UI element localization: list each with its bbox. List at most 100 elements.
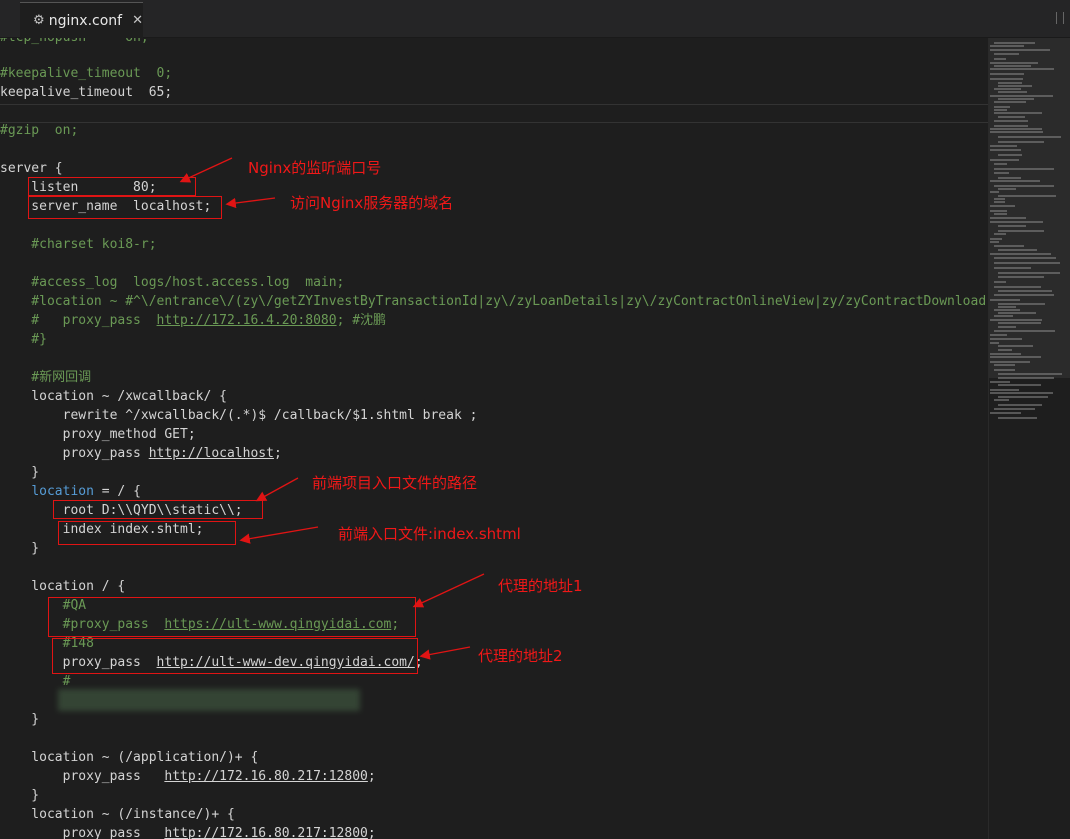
code-line: proxy_pass http://localhost; xyxy=(0,444,282,463)
code-line: location ~ /xwcallback/ { xyxy=(0,389,227,404)
minimap-line xyxy=(994,53,1019,55)
minimap-line xyxy=(998,306,1016,308)
minimap-line xyxy=(990,342,999,344)
minimap-line xyxy=(998,276,1044,278)
code-line: #access_log logs/host.access.log main; xyxy=(0,275,345,290)
minimap-line xyxy=(990,334,1007,336)
minimap-line xyxy=(998,116,1025,118)
highlight-box-server-name xyxy=(28,196,222,219)
code-line: #新网回调 xyxy=(0,370,92,385)
close-icon[interactable]: ✕ xyxy=(132,13,143,28)
minimap-line xyxy=(994,245,1024,247)
minimap-line xyxy=(994,112,1042,114)
minimap-line xyxy=(990,210,1007,212)
code-line: proxy_pass http://172.16.80.217:12800; xyxy=(0,824,376,839)
minimap-line xyxy=(998,349,1012,351)
minimap-line xyxy=(998,82,1022,84)
minimap-line xyxy=(998,373,1062,375)
highlight-box-listen xyxy=(28,177,196,196)
code-line: } xyxy=(0,788,40,803)
code-line: #tcp_nopush on; xyxy=(0,38,149,47)
minimap-line xyxy=(994,168,1054,170)
minimap-line xyxy=(998,230,1044,232)
minimap-line xyxy=(990,180,1040,182)
minimap-line xyxy=(990,241,999,243)
minimap-line xyxy=(994,257,1056,259)
minimap-line xyxy=(994,198,1005,200)
code-editor[interactable]: #tcp_nopush on; #keepalive_timeout 0; ke… xyxy=(0,38,988,839)
minimap-line xyxy=(998,326,1016,328)
minimap-line xyxy=(990,73,1024,75)
annotation-index-file: 前端入口文件:index.shtml xyxy=(338,525,521,543)
minimap-line xyxy=(990,149,1021,151)
code-line: #} xyxy=(0,332,47,347)
minimap-line xyxy=(990,356,1041,358)
minimap-line xyxy=(994,201,1005,203)
minimap-line xyxy=(994,267,1031,269)
minimap-line xyxy=(998,417,1037,419)
code-link[interactable]: http://172.16.80.217:12800 xyxy=(164,769,368,784)
minimap-line xyxy=(994,65,1031,67)
minimap-line xyxy=(994,185,1054,187)
minimap-line xyxy=(998,249,1037,251)
highlight-box-proxy2 xyxy=(52,638,418,674)
minimap-line xyxy=(990,389,1019,391)
code-text: ; #沈鹏 xyxy=(336,313,387,328)
minimap-line xyxy=(990,338,1022,340)
code-link[interactable]: http://172.16.4.20:8080 xyxy=(157,313,337,328)
minimap-line xyxy=(990,45,1024,47)
highlight-box-root xyxy=(53,500,263,519)
code-line: location ~ (/instance/)+ { xyxy=(0,807,235,822)
code-line: location ~ (/application/)+ { xyxy=(0,750,259,765)
minimap-line xyxy=(994,101,1026,103)
minimap-line xyxy=(994,58,1006,60)
minimap-line xyxy=(990,68,1054,70)
code-line: # proxy_pass http://172.16.4.20:8080; #沈… xyxy=(0,311,386,330)
minimap-line xyxy=(990,217,1026,219)
code-line: #keepalive_timeout 0; xyxy=(0,66,173,81)
minimap-line xyxy=(994,281,1006,283)
minimap-line xyxy=(998,290,1052,292)
tab-bar: ⚙ nginx.conf ✕ xyxy=(0,0,1070,38)
code-line: } xyxy=(0,465,40,480)
minimap-line xyxy=(990,191,999,193)
minimap-line xyxy=(998,154,1022,156)
minimap-line xyxy=(998,312,1036,314)
code-text: proxy_pass xyxy=(0,769,165,784)
redacted-region xyxy=(58,689,360,711)
tab-nginx-conf[interactable]: ⚙ nginx.conf ✕ xyxy=(20,2,143,38)
minimap-line xyxy=(998,322,1041,324)
minimap-line xyxy=(990,221,1043,223)
code-link[interactable]: http://localhost xyxy=(149,446,274,461)
minimap-line xyxy=(994,163,1007,165)
annotation-listen-port: Nginx的监听端口号 xyxy=(248,159,382,177)
minimap-line xyxy=(998,177,1021,179)
minimap-line xyxy=(990,412,1021,414)
code-text: ; xyxy=(367,769,376,784)
minimap-line xyxy=(994,213,1007,215)
minimap-line xyxy=(998,98,1034,100)
split-editor-icon[interactable] xyxy=(1056,12,1064,24)
minimap-line xyxy=(990,78,1023,80)
annotation-proxy-1: 代理的地址1 xyxy=(498,577,583,595)
code-line: } xyxy=(0,712,40,727)
code-line: location = / { xyxy=(0,482,141,501)
minimap-line xyxy=(998,136,1061,138)
gear-icon: ⚙ xyxy=(33,13,45,28)
minimap-line xyxy=(990,159,1019,161)
highlight-box-proxy1 xyxy=(48,597,416,637)
minimap-line xyxy=(994,262,1060,264)
minimap-line xyxy=(998,188,1016,190)
minimap-line xyxy=(998,225,1026,227)
minimap-line xyxy=(994,369,1015,371)
code-link[interactable]: http://172.16.80.217:12800 xyxy=(164,826,368,839)
minimap-line xyxy=(990,131,1043,133)
minimap[interactable] xyxy=(988,38,1070,839)
annotation-server-name: 访问Nginx服务器的域名 xyxy=(290,194,454,212)
minimap-line xyxy=(994,106,1010,108)
minimap-line xyxy=(994,125,1028,127)
minimap-line xyxy=(994,233,1006,235)
code-text: proxy_pass xyxy=(0,446,149,461)
minimap-line xyxy=(998,272,1060,274)
